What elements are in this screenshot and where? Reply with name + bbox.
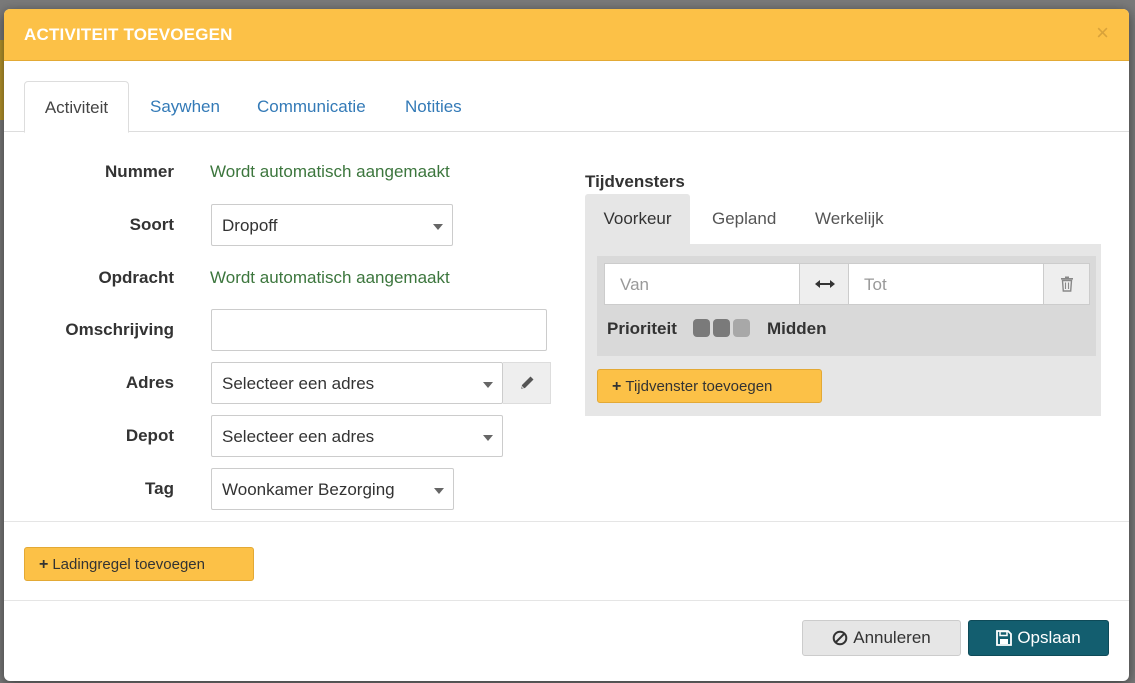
tijdvensters-panel: Voorkeur Gepland Werkelijk Van Tot Prior… [585, 194, 1101, 416]
soort-select-value: Dropoff [222, 216, 278, 235]
nummer-value: Wordt automatisch aangemaakt [210, 162, 450, 181]
chevron-down-icon [433, 224, 443, 230]
chevron-down-icon [483, 435, 493, 441]
trash-icon [1060, 276, 1073, 292]
tag-select-value: Woonkamer Bezorging [222, 480, 395, 499]
priority-level-block[interactable] [733, 319, 750, 337]
save-button[interactable]: Opslaan [968, 620, 1109, 656]
priority-level-block[interactable] [713, 319, 730, 337]
ban-icon [832, 630, 848, 646]
priority-level-block[interactable] [693, 319, 710, 337]
depot-select-value: Selecteer een adres [222, 427, 375, 446]
tijdvensters-heading: Tijdvensters [585, 172, 685, 191]
tab-voorkeur[interactable]: Voorkeur [585, 194, 690, 244]
timewindow-row: Van Tot Prioriteit Midden [597, 256, 1096, 356]
save-label: Opslaan [1017, 628, 1081, 647]
tot-input[interactable]: Tot [848, 263, 1044, 305]
tab-gepland[interactable]: Gepland [712, 194, 776, 244]
tab-notities[interactable]: Notities [405, 81, 462, 132]
edit-address-button[interactable] [503, 362, 551, 404]
adres-select-value: Selecteer een adres [222, 374, 375, 393]
close-icon[interactable]: × [1096, 22, 1109, 44]
tab-saywhen[interactable]: Saywhen [150, 81, 220, 132]
add-timewindow-label: Tijdvenster toevoegen [625, 378, 773, 395]
opdracht-value: Wordt automatisch aangemaakt [210, 268, 450, 287]
cancel-label: Annuleren [853, 628, 931, 647]
nummer-label: Nummer [105, 162, 174, 181]
opdracht-label: Opdracht [98, 268, 174, 287]
footer-divider [4, 600, 1129, 601]
adres-select[interactable]: Selecteer een adres [211, 362, 503, 404]
tag-label: Tag [145, 479, 174, 498]
depot-select[interactable]: Selecteer een adres [211, 415, 503, 457]
chevron-down-icon [434, 488, 444, 494]
plus-icon: + [612, 378, 622, 395]
double-arrow-icon [800, 263, 849, 305]
modal-title: ACTIVITEIT TOEVOEGEN [24, 25, 233, 44]
floppy-icon [996, 630, 1013, 646]
soort-select[interactable]: Dropoff [211, 204, 453, 246]
adres-label: Adres [125, 373, 174, 392]
tag-select[interactable]: Woonkamer Bezorging [211, 468, 454, 510]
cancel-button[interactable]: Annuleren [802, 620, 961, 656]
tijdvensters-content: Van Tot Prioriteit Midden + Tijdvenster … [585, 244, 1101, 416]
modal-body: Nummer Wordt automatisch aangemaakt Soor… [4, 132, 1129, 521]
soort-label: Soort [129, 215, 174, 234]
prioriteit-value: Midden [767, 319, 827, 338]
add-loadline-label: Ladingregel toevoegen [52, 556, 205, 573]
chevron-down-icon [483, 382, 493, 388]
section-divider [4, 521, 1129, 522]
priority-selector [693, 319, 750, 337]
add-timewindow-button[interactable]: + Tijdvenster toevoegen [597, 369, 822, 403]
modal-tabs: Activiteit Saywhen Communicatie Notities [4, 61, 1129, 133]
add-activity-modal: ACTIVITEIT TOEVOEGEN × Activiteit Saywhe… [4, 9, 1129, 681]
plus-icon: + [39, 556, 49, 573]
omschrijving-label: Omschrijving [65, 320, 174, 339]
depot-label: Depot [125, 426, 174, 445]
pencil-icon [520, 376, 533, 389]
delete-timewindow-button[interactable] [1044, 263, 1090, 305]
tijdvensters-tabs: Voorkeur Gepland Werkelijk [585, 194, 1101, 244]
tab-communicatie[interactable]: Communicatie [257, 81, 366, 132]
tab-werkelijk[interactable]: Werkelijk [815, 194, 884, 244]
prioriteit-label: Prioriteit [607, 319, 677, 338]
van-input[interactable]: Van [604, 263, 800, 305]
add-loadline-button[interactable]: + Ladingregel toevoegen [24, 547, 254, 581]
tab-activiteit[interactable]: Activiteit [24, 81, 129, 133]
modal-header: ACTIVITEIT TOEVOEGEN × [4, 9, 1129, 61]
omschrijving-input[interactable] [211, 309, 547, 351]
